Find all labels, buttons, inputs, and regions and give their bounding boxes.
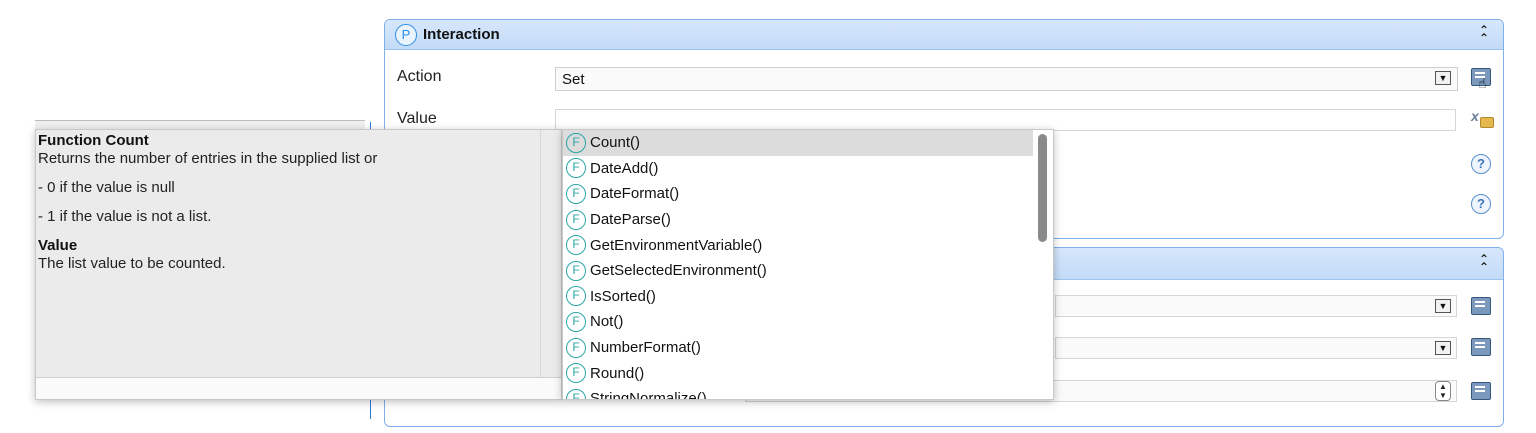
function-name: Count() — [590, 134, 641, 152]
double-chevron-up-icon[interactable]: ⌃ ⌃ — [1477, 24, 1491, 44]
tooltip-param-heading: Value — [38, 237, 78, 254]
value-input[interactable] — [555, 109, 1456, 131]
function-icon: F — [566, 260, 586, 281]
tooltip-heading: Function Count — [38, 132, 149, 149]
function-name: IsSorted() — [590, 287, 656, 305]
function-name: StringNormalize() — [590, 390, 707, 400]
scrollbar[interactable] — [1038, 134, 1047, 242]
function-icon: F — [566, 209, 586, 230]
help-icon[interactable]: ? — [1471, 154, 1491, 174]
function-name: DateAdd() — [590, 159, 659, 177]
edit-list-icon[interactable] — [1471, 297, 1491, 315]
function-icon: F — [566, 337, 586, 358]
function-name: DateFormat() — [590, 185, 680, 203]
help-icon[interactable]: ? — [1471, 194, 1491, 214]
function-icon: F — [566, 286, 586, 307]
function-icon: F — [566, 183, 586, 204]
tooltip-param-description: The list value to be counted. — [38, 255, 226, 272]
tooltip-bullet: - 0 if the value is null — [38, 179, 175, 196]
dropdown-arrow-icon[interactable]: ▼ — [1435, 299, 1451, 313]
function-icon: F — [566, 235, 586, 256]
action-select[interactable]: Set — [555, 67, 1458, 91]
function-icon: F — [566, 363, 586, 384]
tooltip-footer — [36, 377, 561, 399]
tooltip-bullet: - 1 if the value is not a list. — [38, 208, 212, 225]
panel-title: Interaction — [423, 26, 500, 43]
tooltip-description: Returns the number of entries in the sup… — [38, 150, 378, 167]
function-name: NumberFormat() — [590, 339, 701, 357]
tooltip-content: Function Count Returns the number of ent… — [38, 132, 538, 273]
function-name: GetSelectedEnvironment() — [590, 262, 767, 280]
function-list-item[interactable]: F DateFormat() — [563, 181, 1033, 207]
interaction-panel-header[interactable]: P Interaction ⌃ ⌃ — [385, 20, 1503, 50]
function-icon: F — [566, 158, 586, 179]
function-list-item[interactable]: F IsSorted() — [563, 284, 1033, 310]
action-label: Action — [397, 68, 442, 85]
formula-editor-icon[interactable]: x — [1471, 108, 1494, 128]
function-name: GetEnvironmentVariable() — [590, 236, 763, 254]
spinner-icon[interactable]: ▲ ▼ — [1435, 381, 1451, 401]
hand-cursor-icon: ☝ — [1478, 75, 1487, 91]
function-items: F Count() F DateAdd() F DateFormat() F DatePars… — [563, 130, 1053, 400]
function-name: Round() — [590, 364, 645, 382]
function-list-item[interactable]: F DateParse() — [563, 207, 1033, 233]
function-doc-tooltip: Function Count Returns the number of ent… — [35, 129, 562, 400]
function-list-item[interactable]: F DateAdd() — [563, 156, 1033, 182]
edit-list-icon[interactable] — [1471, 382, 1491, 400]
function-list-item[interactable]: F GetSelectedEnvironment() — [563, 258, 1033, 284]
function-name: DateParse() — [590, 211, 671, 229]
function-icon: F — [566, 311, 586, 332]
edit-list-icon[interactable] — [1471, 338, 1491, 356]
select-field[interactable] — [1055, 337, 1457, 359]
select-field[interactable] — [1055, 295, 1457, 317]
value-label: Value — [397, 110, 437, 127]
function-list-item[interactable]: F GetEnvironmentVariable() — [563, 232, 1033, 258]
function-list-item[interactable]: F StringNormalize() — [563, 386, 1033, 400]
function-name: Not() — [590, 313, 624, 331]
property-icon: P — [395, 23, 417, 46]
function-list-item[interactable]: F Not() — [563, 309, 1033, 335]
function-icon: F — [566, 132, 586, 153]
function-list-item[interactable]: F Round() — [563, 360, 1033, 386]
tooltip-divider — [540, 130, 541, 378]
function-list-item[interactable]: F NumberFormat() — [563, 335, 1033, 361]
function-list-item[interactable]: F Count() — [563, 130, 1033, 156]
double-chevron-up-icon[interactable]: ⌃ ⌃ — [1477, 253, 1491, 273]
dropdown-arrow-icon[interactable]: ▼ — [1435, 341, 1451, 355]
dropdown-arrow-icon[interactable]: ▼ — [1435, 71, 1451, 85]
function-icon: F — [566, 388, 586, 399]
function-autocomplete-list[interactable]: F Count() F DateAdd() F DateFormat() F DatePars… — [562, 129, 1054, 400]
